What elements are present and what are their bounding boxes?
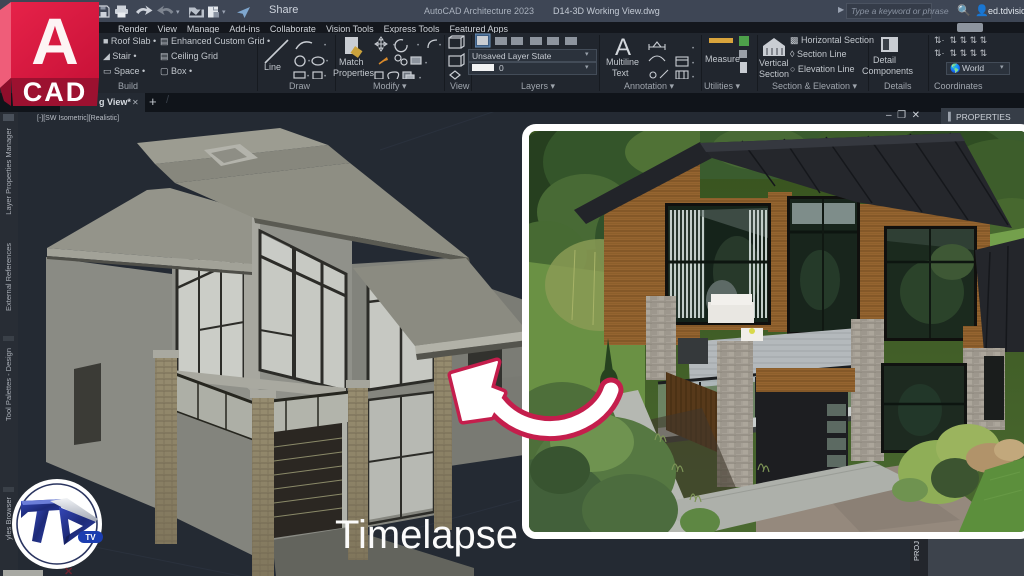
svg-text:•: •	[419, 76, 421, 79]
svg-text:A: A	[31, 4, 79, 78]
svg-text:▾: ▾	[176, 9, 180, 16]
svg-text:TV: TV	[85, 533, 96, 542]
svg-text:•: •	[417, 43, 419, 49]
svg-text:•: •	[324, 74, 326, 79]
svg-text:•: •	[425, 61, 427, 67]
svg-text:•: •	[393, 43, 395, 49]
svg-text:▾: ▾	[222, 9, 226, 16]
svg-text:•: •	[692, 61, 694, 67]
svg-text:•: •	[326, 59, 328, 65]
svg-text:•: •	[324, 43, 326, 49]
svg-text:•: •	[308, 59, 310, 65]
svg-text:•: •	[692, 75, 694, 79]
svg-text:•: •	[439, 43, 441, 49]
svg-text:•: •	[307, 74, 309, 79]
svg-text:CAD: CAD	[23, 77, 88, 107]
svg-text:•: •	[692, 46, 694, 52]
